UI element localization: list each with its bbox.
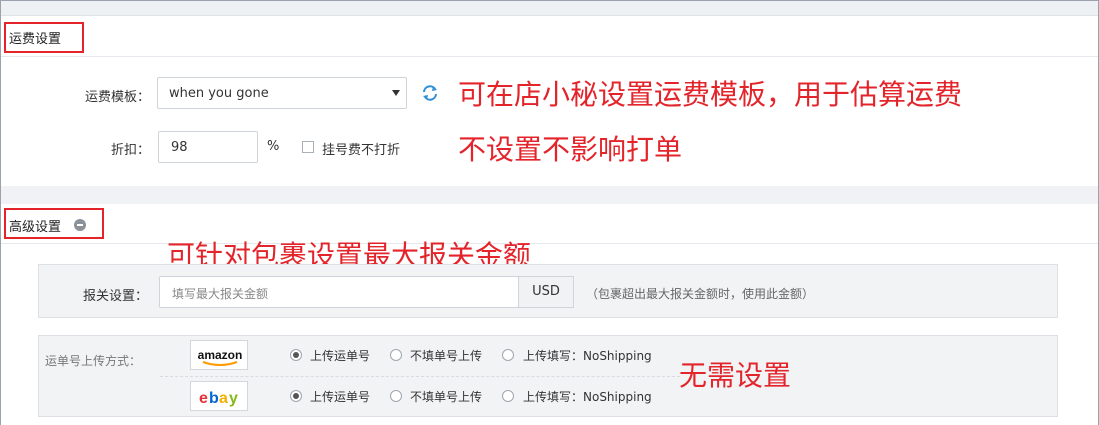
discount-value: 98 bbox=[171, 140, 188, 155]
amazon-option-upload-tracking-label: 上传运单号 bbox=[310, 349, 371, 363]
amazon-option-upload-tracking[interactable] bbox=[290, 349, 302, 361]
customs-label: 报关设置： bbox=[82, 289, 148, 304]
ebay-option-upload-tracking-label: 上传运单号 bbox=[310, 390, 371, 404]
svg-text:amazon: amazon bbox=[198, 348, 243, 362]
amazon-logo: amazon bbox=[190, 340, 248, 370]
ebay-logo: e b a y bbox=[190, 381, 248, 411]
shipping-settings-header: 运费设置 bbox=[1, 16, 1098, 57]
svg-text:e: e bbox=[199, 390, 208, 407]
ebay-option-noshipping-label: 上传填写：NoShipping bbox=[523, 390, 652, 404]
amazon-option-no-tracking-label: 不填单号上传 bbox=[410, 349, 483, 363]
ebay-logo-icon: e b a y bbox=[199, 390, 238, 407]
shipping-template-value: when you gone bbox=[169, 86, 269, 101]
percent-sign: % bbox=[267, 139, 280, 154]
svg-text:a: a bbox=[219, 390, 228, 407]
ebay-option-noshipping[interactable] bbox=[502, 390, 514, 402]
currency-addon: USD bbox=[518, 276, 574, 308]
amazon-option-noshipping[interactable] bbox=[502, 349, 514, 361]
chevron-down-icon bbox=[392, 90, 400, 96]
shipping-template-label: 运费模板： bbox=[84, 90, 150, 105]
customs-amount-input[interactable]: 填写最大报关金额 bbox=[159, 276, 519, 308]
discount-input[interactable]: 98 bbox=[158, 131, 258, 163]
discount-label: 折扣： bbox=[110, 143, 150, 158]
amazon-option-noshipping-label: 上传填写：NoShipping bbox=[523, 349, 652, 363]
shipping-template-select[interactable]: when you gone bbox=[157, 77, 407, 109]
customs-hint: （包裹超出最大报关金额时，使用此金额） bbox=[586, 287, 815, 301]
svg-text:b: b bbox=[209, 390, 219, 407]
advanced-settings-header: 高级设置 bbox=[1, 204, 1098, 244]
refresh-icon[interactable] bbox=[421, 84, 439, 102]
annotation-not-required: 不设置不影响打单 bbox=[458, 133, 683, 166]
ebay-option-no-tracking[interactable] bbox=[390, 390, 402, 402]
customs-amount-placeholder: 填写最大报关金额 bbox=[172, 287, 269, 301]
row-divider bbox=[160, 376, 680, 377]
registered-no-discount-checkbox[interactable] bbox=[302, 141, 314, 153]
registered-no-discount-label: 挂号费不打折 bbox=[322, 143, 401, 158]
annotation-no-setup-needed: 无需设置 bbox=[679, 359, 792, 392]
amazon-option-no-tracking[interactable] bbox=[390, 349, 402, 361]
tracking-upload-label: 运单号上传方式： bbox=[45, 354, 142, 368]
ebay-option-upload-tracking[interactable] bbox=[290, 390, 302, 402]
ebay-option-no-tracking-label: 不填单号上传 bbox=[410, 390, 483, 404]
svg-text:y: y bbox=[229, 390, 238, 407]
annotation-box-shipping-title bbox=[4, 22, 84, 53]
amazon-logo-icon: amazon bbox=[195, 348, 245, 366]
annotation-box-advanced-title bbox=[4, 208, 104, 239]
annotation-shipping-template: 可在店小秘设置运费模板，用于估算运费 bbox=[458, 78, 963, 111]
top-strip bbox=[1, 1, 1098, 16]
